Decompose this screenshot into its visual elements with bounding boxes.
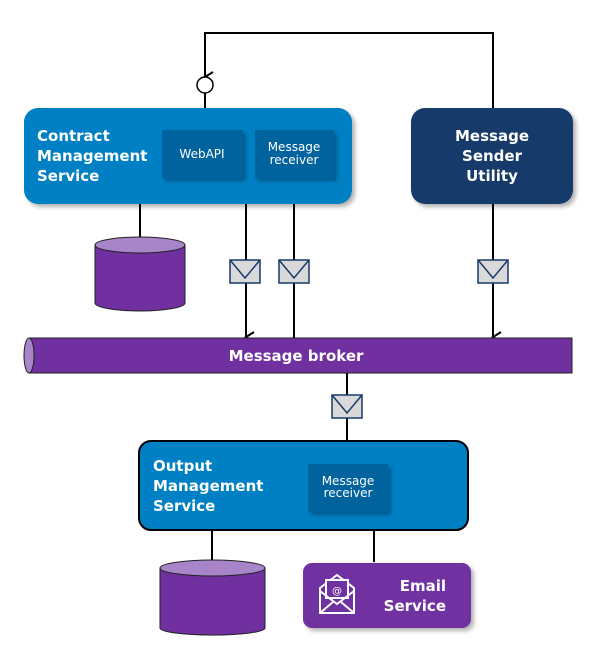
contract-title-1: Contract <box>37 127 110 145</box>
envelope-icon <box>477 259 509 284</box>
svg-text:@: @ <box>332 586 342 597</box>
envelope-icon <box>278 259 310 284</box>
output-message-receiver[interactable]: Message receiver <box>308 464 388 512</box>
sender-title-2: Sender <box>462 147 523 165</box>
sender-title-1: Message <box>455 127 529 145</box>
email-service[interactable]: @ Email Service <box>303 563 471 628</box>
webapi-label: WebAPI <box>179 147 224 161</box>
output-management-service[interactable]: Output Management Service Message receiv… <box>138 440 469 531</box>
interface-lollipop-icon <box>196 76 214 94</box>
receiver-label-2: receiver <box>324 486 373 500</box>
contract-management-service[interactable]: Contract Management Service WebAPI Messa… <box>24 108 352 204</box>
receiver-label-2: receiver <box>270 153 319 167</box>
email-title-2: Service <box>384 597 446 615</box>
output-title-2: Management <box>153 477 263 495</box>
envelope-icon <box>229 259 261 284</box>
receiver-label-1: Message <box>268 140 321 154</box>
broker-label: Message broker <box>229 347 364 365</box>
webapi-call-line <box>203 32 494 108</box>
contract-database-icon <box>94 236 186 312</box>
contract-title-3: Service <box>37 167 99 185</box>
output-database-icon <box>159 559 266 636</box>
architecture-diagram: Contract Management Service WebAPI Messa… <box>23 32 573 636</box>
output-title-1: Output <box>153 457 212 475</box>
envelope-icon <box>331 394 363 419</box>
contract-title-2: Management <box>37 147 147 165</box>
webapi-component[interactable]: WebAPI <box>162 130 243 178</box>
output-title-3: Service <box>153 497 215 515</box>
message-sender-utility[interactable]: Message Sender Utility <box>411 108 573 204</box>
sender-title-3: Utility <box>466 167 518 185</box>
email-title-1: Email <box>400 577 446 595</box>
contract-message-receiver[interactable]: Message receiver <box>255 130 334 178</box>
message-broker[interactable]: Message broker <box>23 337 573 374</box>
